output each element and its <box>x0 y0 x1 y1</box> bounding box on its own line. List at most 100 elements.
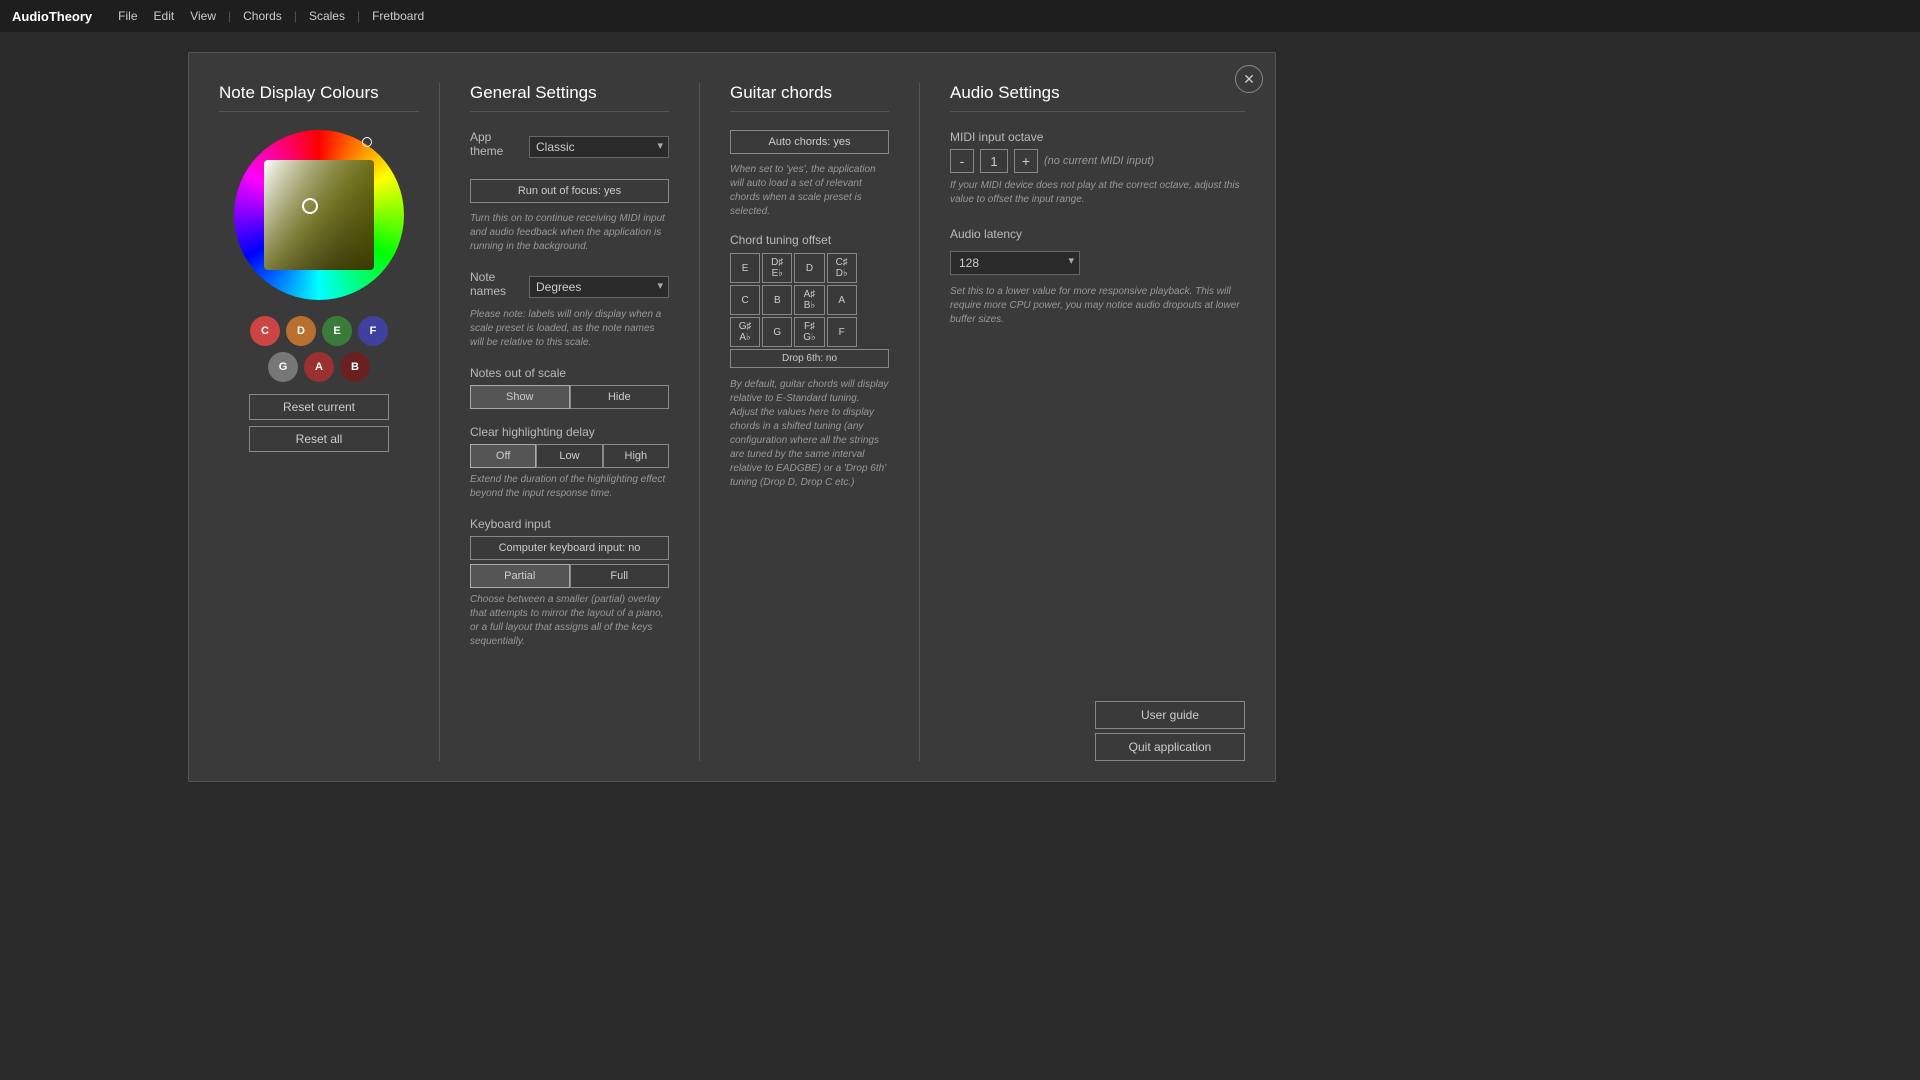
note-g[interactable]: G <box>268 352 298 382</box>
chord-B[interactable]: B <box>762 285 792 315</box>
note-circles-row1: C D E F <box>219 316 419 346</box>
chord-Gs-Ab[interactable]: G♯ A♭ <box>730 317 760 347</box>
menu-scales[interactable]: Scales <box>301 9 353 23</box>
note-names-select[interactable]: Degrees Letters Solfège <box>529 276 669 298</box>
notes-out-scale-row: Notes out of scale Show Hide <box>470 366 669 409</box>
note-colors-title: Note Display Colours <box>219 83 419 112</box>
drop-6th-button[interactable]: Drop 6th: no <box>730 349 889 368</box>
audio-settings-title: Audio Settings <box>950 83 1245 112</box>
midi-desc: If your MIDI device does not play at the… <box>950 179 1245 207</box>
show-hide-group: Show Hide <box>470 385 669 409</box>
run-focus-row: Run out of focus: yes Turn this on to co… <box>470 179 669 254</box>
app-theme-label: App theme <box>470 130 519 158</box>
note-a[interactable]: A <box>304 352 334 382</box>
audio-settings-section: Audio Settings MIDI input octave - 1 + (… <box>919 83 1245 761</box>
note-names-select-wrap[interactable]: Degrees Letters Solfège <box>529 276 669 298</box>
sep2: | <box>294 9 297 23</box>
auto-chords-desc: When set to 'yes', the application will … <box>730 163 889 219</box>
note-c[interactable]: C <box>250 316 280 346</box>
reset-current-button[interactable]: Reset current <box>249 394 389 420</box>
menubar: AudioTheory File Edit View | Chords | Sc… <box>0 0 1920 32</box>
keyboard-input-row: Keyboard input Computer keyboard input: … <box>470 517 669 649</box>
chord-C[interactable]: C <box>730 285 760 315</box>
hide-button[interactable]: Hide <box>570 385 670 409</box>
run-focus-button[interactable]: Run out of focus: yes <box>470 179 669 203</box>
app-theme-row: App theme Classic Dark Light <box>470 130 669 163</box>
keyboard-input-label: Keyboard input <box>470 517 669 531</box>
drop-6th-row: Drop 6th: no <box>730 349 889 368</box>
octave-value: 1 <box>980 149 1008 173</box>
chord-Fs-Gb[interactable]: F♯ G♭ <box>794 317 824 347</box>
partial-button[interactable]: Partial <box>470 564 570 588</box>
chord-G[interactable]: G <box>762 317 792 347</box>
note-b[interactable]: B <box>340 352 370 382</box>
menu-fretboard[interactable]: Fretboard <box>364 9 432 23</box>
chord-D[interactable]: D <box>794 253 824 283</box>
chord-grid: E D♯ E♭ D C♯ D♭ C B A♯ B♭ A G♯ A♭ G F♯ G… <box>730 253 889 368</box>
keyboard-input-desc: Choose between a smaller (partial) overl… <box>470 593 669 649</box>
quit-button[interactable]: Quit application <box>1095 733 1245 761</box>
full-button[interactable]: Full <box>570 564 670 588</box>
latency-desc: Set this to a lower value for more respo… <box>950 285 1245 327</box>
color-picker-square[interactable] <box>264 160 374 270</box>
color-wheel-container[interactable] <box>234 130 404 300</box>
settings-dialog: ✕ Note Display Colours C D E F <box>188 52 1276 782</box>
midi-octave-row: - 1 + (no current MIDI input) <box>950 149 1245 173</box>
sep1: | <box>228 9 231 23</box>
run-focus-desc: Turn this on to continue receiving MIDI … <box>470 212 669 254</box>
close-icon: ✕ <box>1243 71 1255 88</box>
app-name: AudioTheory <box>12 9 92 24</box>
menu-edit[interactable]: Edit <box>146 9 183 23</box>
notes-out-scale-label: Notes out of scale <box>470 366 669 380</box>
latency-select[interactable]: 64 128 256 512 <box>950 251 1080 275</box>
keyboard-input-button[interactable]: Computer keyboard input: no <box>470 536 669 560</box>
chord-F[interactable]: F <box>827 317 857 347</box>
menu-chords[interactable]: Chords <box>235 9 290 23</box>
general-settings-section: General Settings App theme Classic Dark … <box>439 83 699 761</box>
user-guide-button[interactable]: User guide <box>1095 701 1245 729</box>
chord-E[interactable]: E <box>730 253 760 283</box>
close-button[interactable]: ✕ <box>1235 65 1263 93</box>
reset-all-button[interactable]: Reset all <box>249 426 389 452</box>
app-theme-select[interactable]: Classic Dark Light <box>529 136 669 158</box>
keyboard-layout-group: Partial Full <box>470 564 669 588</box>
note-e[interactable]: E <box>322 316 352 346</box>
chord-Ds-Eb[interactable]: D♯ E♭ <box>762 253 792 283</box>
show-button[interactable]: Show <box>470 385 570 409</box>
note-f[interactable]: F <box>358 316 388 346</box>
note-circles-row2: G A B <box>219 352 419 382</box>
clear-highlight-desc: Extend the duration of the highlighting … <box>470 473 669 501</box>
octave-minus-button[interactable]: - <box>950 149 974 173</box>
chord-Cs-Db[interactable]: C♯ D♭ <box>827 253 857 283</box>
auto-chords-button[interactable]: Auto chords: yes <box>730 130 889 154</box>
tuning-desc: By default, guitar chords will display r… <box>730 378 889 490</box>
note-d[interactable]: D <box>286 316 316 346</box>
midi-note-label: (no current MIDI input) <box>1044 155 1154 167</box>
note-names-row: Note names Degrees Letters Solfège Pleas… <box>470 270 669 350</box>
latency-select-wrap[interactable]: 64 128 256 512 <box>950 251 1080 275</box>
note-colors-section: Note Display Colours C D E F G A B <box>219 83 439 761</box>
note-names-desc: Please note: labels will only display wh… <box>470 308 669 350</box>
bottom-buttons: User guide Quit application <box>1095 701 1245 761</box>
note-names-label: Note names <box>470 270 519 298</box>
sep3: | <box>357 9 360 23</box>
guitar-chords-section: Guitar chords Auto chords: yes When set … <box>699 83 919 761</box>
latency-label: Audio latency <box>950 227 1245 241</box>
off-button[interactable]: Off <box>470 444 536 468</box>
high-button[interactable]: High <box>603 444 669 468</box>
chord-tuning-label: Chord tuning offset <box>730 233 889 247</box>
app-theme-select-wrap[interactable]: Classic Dark Light <box>529 136 669 158</box>
menu-view[interactable]: View <box>182 9 224 23</box>
highlight-delay-group: Off Low High <box>470 444 669 468</box>
general-settings-title: General Settings <box>470 83 669 112</box>
guitar-chords-title: Guitar chords <box>730 83 889 112</box>
low-button[interactable]: Low <box>536 444 602 468</box>
menu-file[interactable]: File <box>110 9 145 23</box>
clear-highlight-row: Clear highlighting delay Off Low High Ex… <box>470 425 669 501</box>
hue-indicator <box>362 137 372 147</box>
chord-A[interactable]: A <box>827 285 857 315</box>
chord-As-Bb[interactable]: A♯ B♭ <box>794 285 824 315</box>
clear-highlight-label: Clear highlighting delay <box>470 425 669 439</box>
octave-plus-button[interactable]: + <box>1014 149 1038 173</box>
midi-octave-label: MIDI input octave <box>950 130 1245 144</box>
